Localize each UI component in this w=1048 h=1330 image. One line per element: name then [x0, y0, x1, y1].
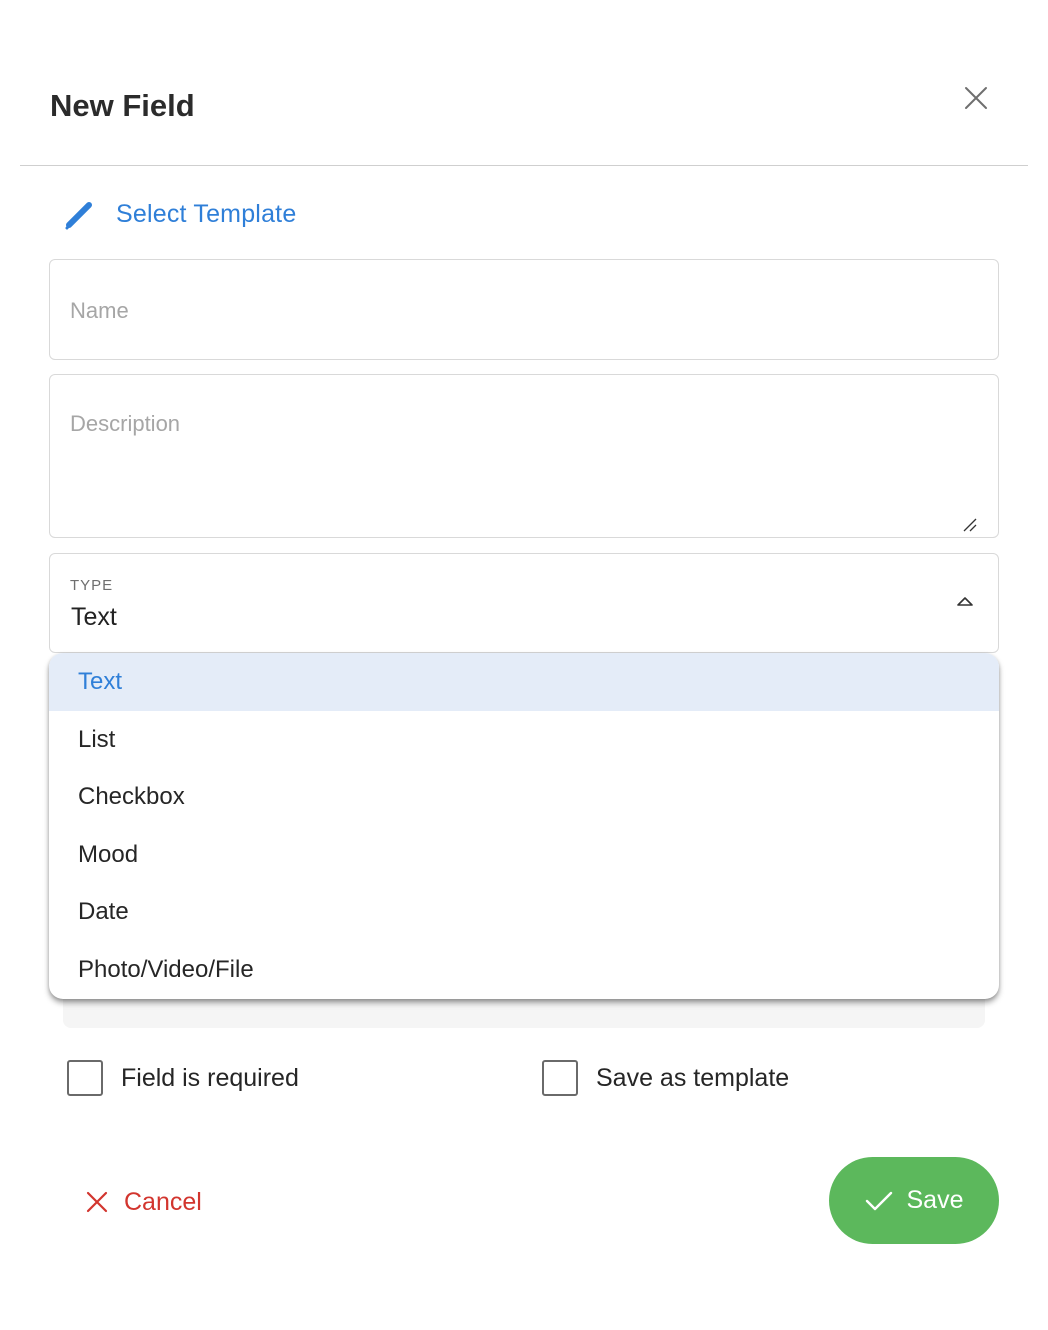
pencil-icon: [60, 196, 96, 232]
select-template-link[interactable]: Select Template: [60, 194, 296, 234]
dialog-title: New Field: [50, 88, 195, 123]
close-icon: [965, 87, 987, 109]
header-divider: [20, 165, 1028, 166]
save-label: Save: [906, 1186, 964, 1214]
type-selected-value: Text: [71, 603, 117, 631]
check-icon: [865, 1191, 892, 1210]
menu-item-date[interactable]: Date: [49, 884, 999, 942]
type-select[interactable]: TYPE Text: [49, 553, 999, 653]
save-as-template-label: Save as template: [596, 1063, 790, 1092]
description-field-container: [49, 374, 999, 538]
checkbox-square[interactable]: [542, 1060, 578, 1096]
close-icon: [86, 1191, 108, 1213]
menu-item-checkbox[interactable]: Checkbox: [49, 769, 999, 827]
cancel-label: Cancel: [124, 1187, 202, 1216]
cancel-button[interactable]: Cancel: [86, 1180, 202, 1224]
close-button[interactable]: [960, 82, 992, 114]
new-field-dialog: New Field Select Template TYPE Text: [20, 32, 1028, 1273]
type-label: TYPE: [70, 577, 114, 594]
menu-item-list[interactable]: List: [49, 711, 999, 769]
name-field-container: [49, 259, 999, 360]
select-template-label: Select Template: [116, 199, 297, 228]
field-required-label: Field is required: [121, 1063, 299, 1092]
chevron-up-icon: [957, 597, 973, 606]
save-as-template-checkbox[interactable]: Save as template: [542, 1060, 789, 1096]
menu-item-photo-video-file[interactable]: Photo/Video/File: [49, 941, 999, 999]
type-dropdown-menu: Text List Checkbox Mood Date Photo/Video…: [49, 653, 999, 999]
resize-handle-icon[interactable]: [962, 517, 978, 533]
save-button[interactable]: Save: [829, 1157, 999, 1244]
checkbox-square[interactable]: [67, 1060, 103, 1096]
menu-item-text[interactable]: Text: [49, 653, 999, 711]
description-field[interactable]: [70, 411, 970, 521]
field-required-checkbox[interactable]: Field is required: [67, 1060, 299, 1096]
name-field[interactable]: [70, 294, 970, 328]
menu-item-mood[interactable]: Mood: [49, 826, 999, 884]
